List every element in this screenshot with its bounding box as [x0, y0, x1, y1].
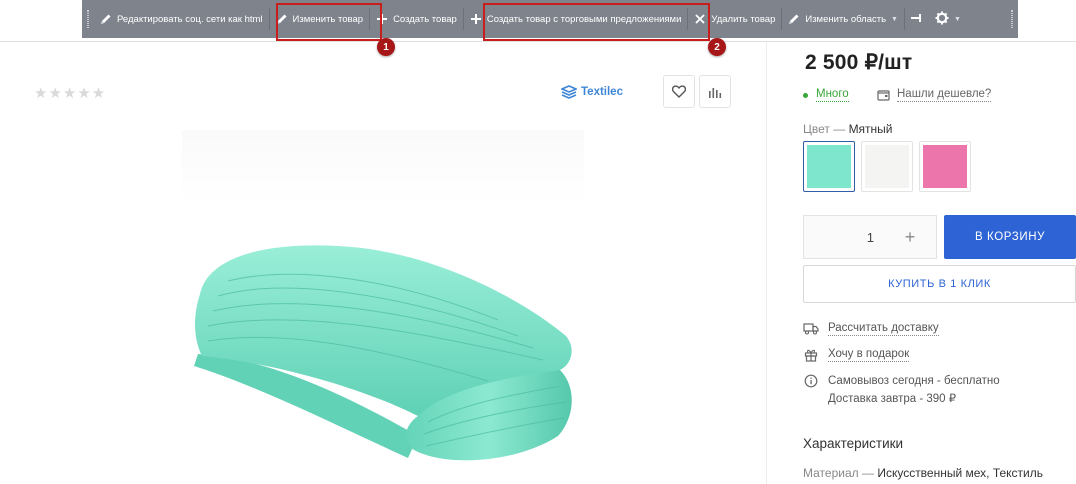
highlight-create-with-offers — [483, 3, 710, 41]
add-to-cart-button[interactable]: В КОРЗИНУ — [944, 215, 1076, 259]
create-product-label: Создать товар — [393, 13, 457, 25]
pickup-label: Самовывоз сегодня - бесплатно — [828, 375, 1000, 387]
characteristics-title: Характеристики — [803, 436, 904, 451]
color-swatch-mint[interactable] — [803, 141, 855, 192]
bar-chart-icon — [709, 88, 722, 98]
chevron-down-icon: ▼ — [953, 15, 961, 23]
settings-button[interactable]: ▼ — [929, 0, 967, 38]
pickup-info: Самовывоз сегодня - бесплатно — [803, 373, 1000, 389]
buy-one-click-button[interactable]: КУПИТЬ В 1 КЛИК — [803, 265, 1076, 303]
swatch-fill — [865, 145, 909, 188]
calc-delivery-link[interactable]: Рассчитать доставку — [803, 321, 939, 337]
color-selection-label: Цвет — Мятный — [803, 122, 893, 136]
swatch-fill — [923, 145, 967, 188]
color-swatch-white[interactable] — [861, 141, 913, 192]
gift-label: Хочу в подарок — [828, 348, 910, 362]
toolbar-drag-handle[interactable] — [1006, 0, 1018, 38]
truck-icon — [803, 321, 819, 337]
pin-icon — [910, 12, 923, 27]
stock-status-label: Много — [816, 88, 849, 102]
material-separator: — — [858, 466, 878, 480]
marker-badge-1: 1 — [377, 38, 395, 56]
pencil-icon — [100, 13, 112, 25]
product-image[interactable] — [188, 236, 580, 466]
highlight-edit-product — [276, 3, 382, 41]
pin-toolbar-button[interactable] — [905, 0, 929, 38]
favorite-button[interactable] — [663, 75, 695, 108]
quantity-stepper[interactable]: 1 + — [803, 215, 937, 259]
calc-delivery-label: Рассчитать доставку — [828, 322, 939, 336]
info-icon — [803, 373, 819, 389]
edit-social-html-button[interactable]: Редактировать соц. сети как html — [94, 0, 269, 38]
column-divider — [766, 42, 767, 484]
chevron-down-icon: ▼ — [891, 15, 898, 23]
plus-icon — [470, 13, 482, 25]
plus-icon[interactable]: + — [900, 227, 920, 248]
brand-link[interactable]: Textilec — [561, 85, 623, 99]
delete-product-label: Удалить товар — [711, 13, 776, 25]
gift-icon — [803, 347, 819, 363]
swatch-fill — [807, 145, 851, 188]
create-product-button[interactable]: Создать товар — [370, 0, 463, 38]
compare-button[interactable] — [699, 75, 731, 108]
gear-icon — [935, 11, 949, 28]
product-page: Редактировать соц. сети как html Изменит… — [0, 0, 1076, 484]
material-row: Материал — Искусственный мех, Текстиль — [803, 466, 1043, 480]
quantity-value[interactable]: 1 — [804, 230, 900, 245]
product-price: 2 500 ₽/шт — [805, 51, 913, 74]
product-image-background — [182, 130, 584, 206]
delivery-info: Доставка завтра - 390 ₽ — [828, 393, 957, 405]
toolbar-drag-handle[interactable] — [82, 0, 94, 38]
found-cheaper-label: Нашли дешевле? — [897, 88, 992, 102]
color-swatch-pink[interactable] — [919, 141, 971, 192]
marker-badge-2: 2 — [708, 38, 726, 56]
brand-logo-icon — [561, 85, 577, 99]
gift-link[interactable]: Хочу в подарок — [803, 347, 910, 363]
rating-stars[interactable]: ★★★★★ — [34, 84, 106, 102]
edit-area-label: Изменить область — [805, 13, 887, 25]
stock-status[interactable]: Много — [803, 88, 849, 102]
brand-name: Textilec — [581, 86, 623, 98]
stock-indicator-icon — [803, 92, 808, 98]
found-cheaper-link[interactable]: Нашли дешевле? — [877, 88, 992, 102]
color-separator: — — [829, 122, 849, 136]
color-label: Цвет — [803, 122, 830, 136]
color-value: Мятный — [848, 122, 893, 136]
header-divider — [0, 41, 1076, 42]
material-label: Материал — [803, 466, 859, 480]
edit-social-html-label: Редактировать соц. сети как html — [117, 13, 263, 25]
heart-icon — [672, 85, 686, 98]
material-value: Искусственный мех, Текстиль — [877, 466, 1044, 480]
pencil-icon — [788, 13, 800, 25]
edit-area-button[interactable]: Изменить область ▼ — [782, 0, 904, 38]
wallet-icon — [877, 90, 890, 101]
